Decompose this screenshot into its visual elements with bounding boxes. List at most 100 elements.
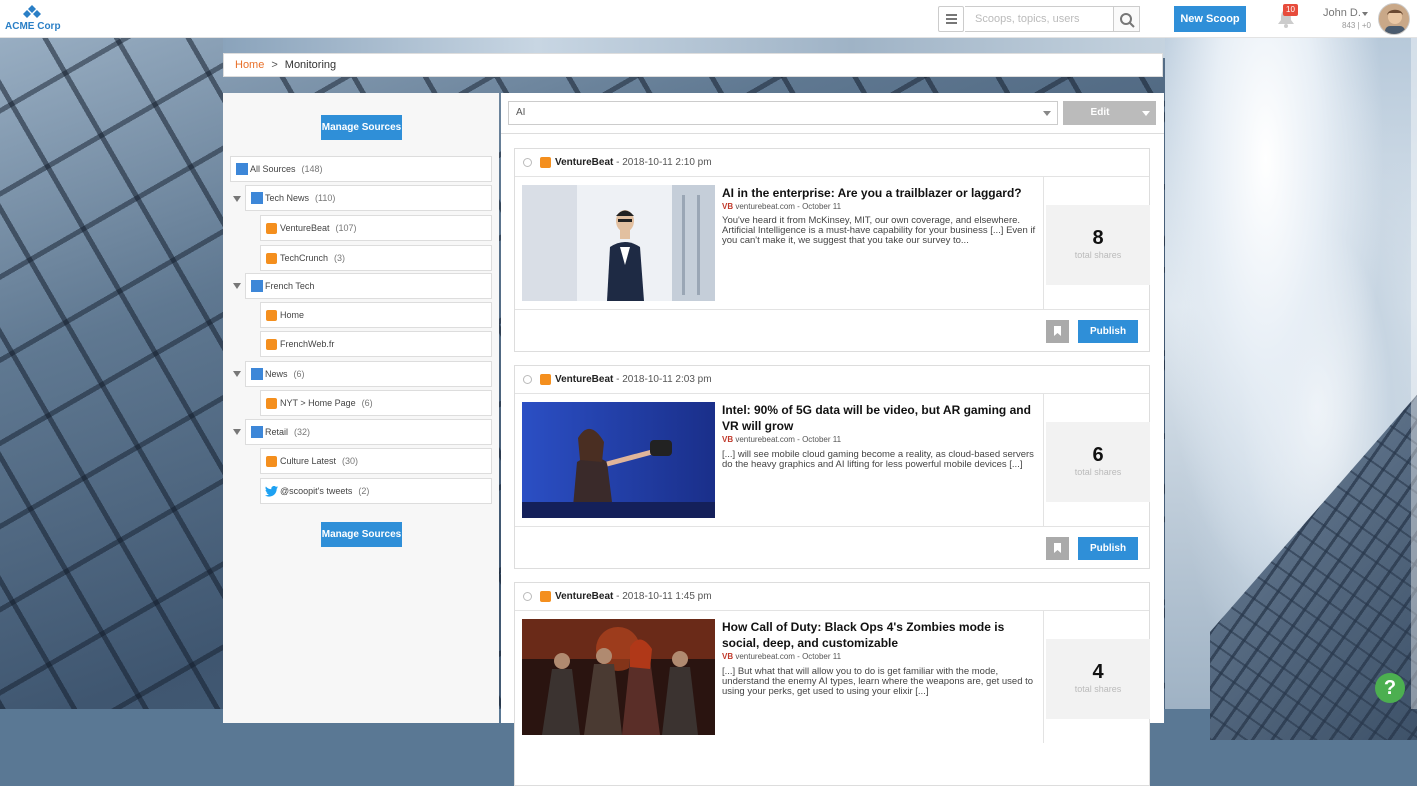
logo-icon [23,5,41,18]
tree-item-home[interactable]: Home [260,302,492,328]
menu-icon[interactable] [938,6,964,32]
rss-icon [540,591,551,602]
tree-item-venturebeat[interactable]: VentureBeat (107) [260,215,492,241]
page-scrollbar[interactable] [1411,38,1417,709]
select-checkbox[interactable] [523,592,532,601]
bookmark-icon[interactable] [1046,320,1069,343]
tree-item-count: (6) [293,369,305,379]
edit-button-label: Edit [1090,107,1110,118]
card-header: VentureBeat - 2018-10-11 1:45 pm [515,583,1149,611]
share-count-panel: 6 total shares [1043,394,1150,526]
bookmark-icon[interactable] [1046,537,1069,560]
edit-button[interactable]: Edit [1063,101,1156,125]
card-date: - 2018-10-11 2:03 pm [613,374,712,385]
chevron-down-icon[interactable] [1142,111,1150,116]
tree-item-label: All Sources [250,164,296,174]
article-site[interactable]: venturebeat.com [735,435,795,444]
tree-item-culture-latest[interactable]: Culture Latest (30) [260,448,492,474]
manage-sources-button[interactable]: Manage Sources [321,115,402,140]
rss-icon [266,310,277,321]
chevron-down-icon [1043,111,1051,116]
search-input[interactable] [965,6,1114,32]
logo[interactable]: ACME Corp [5,5,61,33]
collapse-arrow-icon[interactable] [233,371,241,377]
select-checkbox[interactable] [523,158,532,167]
article-site[interactable]: venturebeat.com [735,202,795,211]
tree-item-count: (6) [361,398,373,408]
venturebeat-icon: VB [722,435,734,444]
card-date: - 2018-10-11 1:45 pm [613,591,712,602]
avatar[interactable] [1378,3,1410,35]
tree-item-label: Retail [265,427,289,437]
card-date: - 2018-10-11 2:10 pm [613,157,712,168]
tree-item-label: VentureBeat [280,223,330,233]
user-stats: 843 | +0 [1342,21,1371,30]
rss-icon [540,157,551,168]
tree-item-label: @scoopit's tweets [280,486,353,496]
folder-icon [251,426,263,438]
rss-icon [266,339,277,350]
collapse-arrow-icon[interactable] [233,283,241,289]
share-count-panel: 4 total shares [1043,611,1150,743]
collapse-arrow-icon[interactable] [233,429,241,435]
tree-item-scoopit-tweets[interactable]: @scoopit's tweets (2) [260,478,492,504]
article-site[interactable]: venturebeat.com [735,652,795,661]
article-title[interactable]: Intel: 90% of 5G data will be video, but… [722,402,1038,434]
article-image [522,619,715,735]
sources-sidebar: Manage Sources All Sources (148) Tech New… [223,93,499,723]
topic-filter-value: AI [516,107,526,118]
chevron-down-icon[interactable] [1362,12,1368,16]
tree-item-count: (32) [294,427,311,437]
new-scoop-button[interactable]: New Scoop [1174,6,1246,32]
tree-item-nyt[interactable]: NYT > Home Page (6) [260,390,492,416]
article-thumbnail[interactable] [522,619,715,735]
venturebeat-icon: VB [722,652,734,661]
tree-item-count: (2) [358,486,370,496]
tree-item-count: (107) [335,223,357,233]
article-thumbnail[interactable] [522,185,715,301]
card-source[interactable]: VentureBeat [555,374,613,385]
tree-item-techcrunch[interactable]: TechCrunch (3) [260,245,492,271]
article-excerpt: You've heard it from McKinsey, MIT, our … [722,216,1036,246]
folder-icon [251,192,263,204]
article-date: - October 11 [794,202,842,211]
folder-icon [236,163,248,175]
manage-sources-button-bottom[interactable]: Manage Sources [321,522,402,547]
card-source[interactable]: VentureBeat [555,591,613,602]
top-header: ACME Corp New Scoop 10 John D. 843 | +0 [0,0,1417,38]
article-thumbnail[interactable] [522,402,715,518]
topic-filter-select[interactable]: AI [508,101,1058,125]
breadcrumb-home-link[interactable]: Home [235,59,264,71]
publish-button[interactable]: Publish [1078,320,1138,343]
feed-panel: AI Edit VentureBeat - 2018-10-11 2:10 pm [501,93,1164,786]
tree-item-retail[interactable]: Retail (32) [245,419,492,445]
tree-item-label: TechCrunch [280,253,329,263]
tree-item-frenchweb[interactable]: FrenchWeb.fr [260,331,492,357]
tree-item-label: NYT > Home Page [280,398,356,408]
help-button[interactable]: ? [1375,673,1405,703]
search-button[interactable] [1113,6,1140,32]
scoop-card: VentureBeat - 2018-10-11 1:45 pm How Cal… [514,582,1150,786]
scoop-card: VentureBeat - 2018-10-11 2:10 pm AI in t… [514,148,1150,352]
tree-item-label: News [265,369,288,379]
share-count-label: total shares [1074,467,1122,477]
user-name[interactable]: John D. [1323,7,1361,19]
search-icon [1120,13,1135,28]
article-title[interactable]: How Call of Duty: Black Ops 4's Zombies … [722,619,1038,651]
tree-item-news[interactable]: News (6) [245,361,492,387]
breadcrumb-current: Monitoring [284,59,337,71]
card-source[interactable]: VentureBeat [555,157,613,168]
rss-icon [540,374,551,385]
tree-item-french-tech[interactable]: French Tech [245,273,492,299]
tree-item-tech-news[interactable]: Tech News (110) [245,185,492,211]
rss-icon [266,456,277,467]
tree-item-count: (110) [315,193,336,203]
select-checkbox[interactable] [523,375,532,384]
tree-item-all-sources[interactable]: All Sources (148) [230,156,492,182]
article-excerpt: [...] But what that will allow you to do… [722,667,1034,697]
article-title[interactable]: AI in the enterprise: Are you a trailbla… [722,185,1038,201]
rss-icon [266,253,277,264]
publish-button[interactable]: Publish [1078,537,1138,560]
collapse-arrow-icon[interactable] [233,196,241,202]
card-header: VentureBeat - 2018-10-11 2:03 pm [515,366,1149,394]
